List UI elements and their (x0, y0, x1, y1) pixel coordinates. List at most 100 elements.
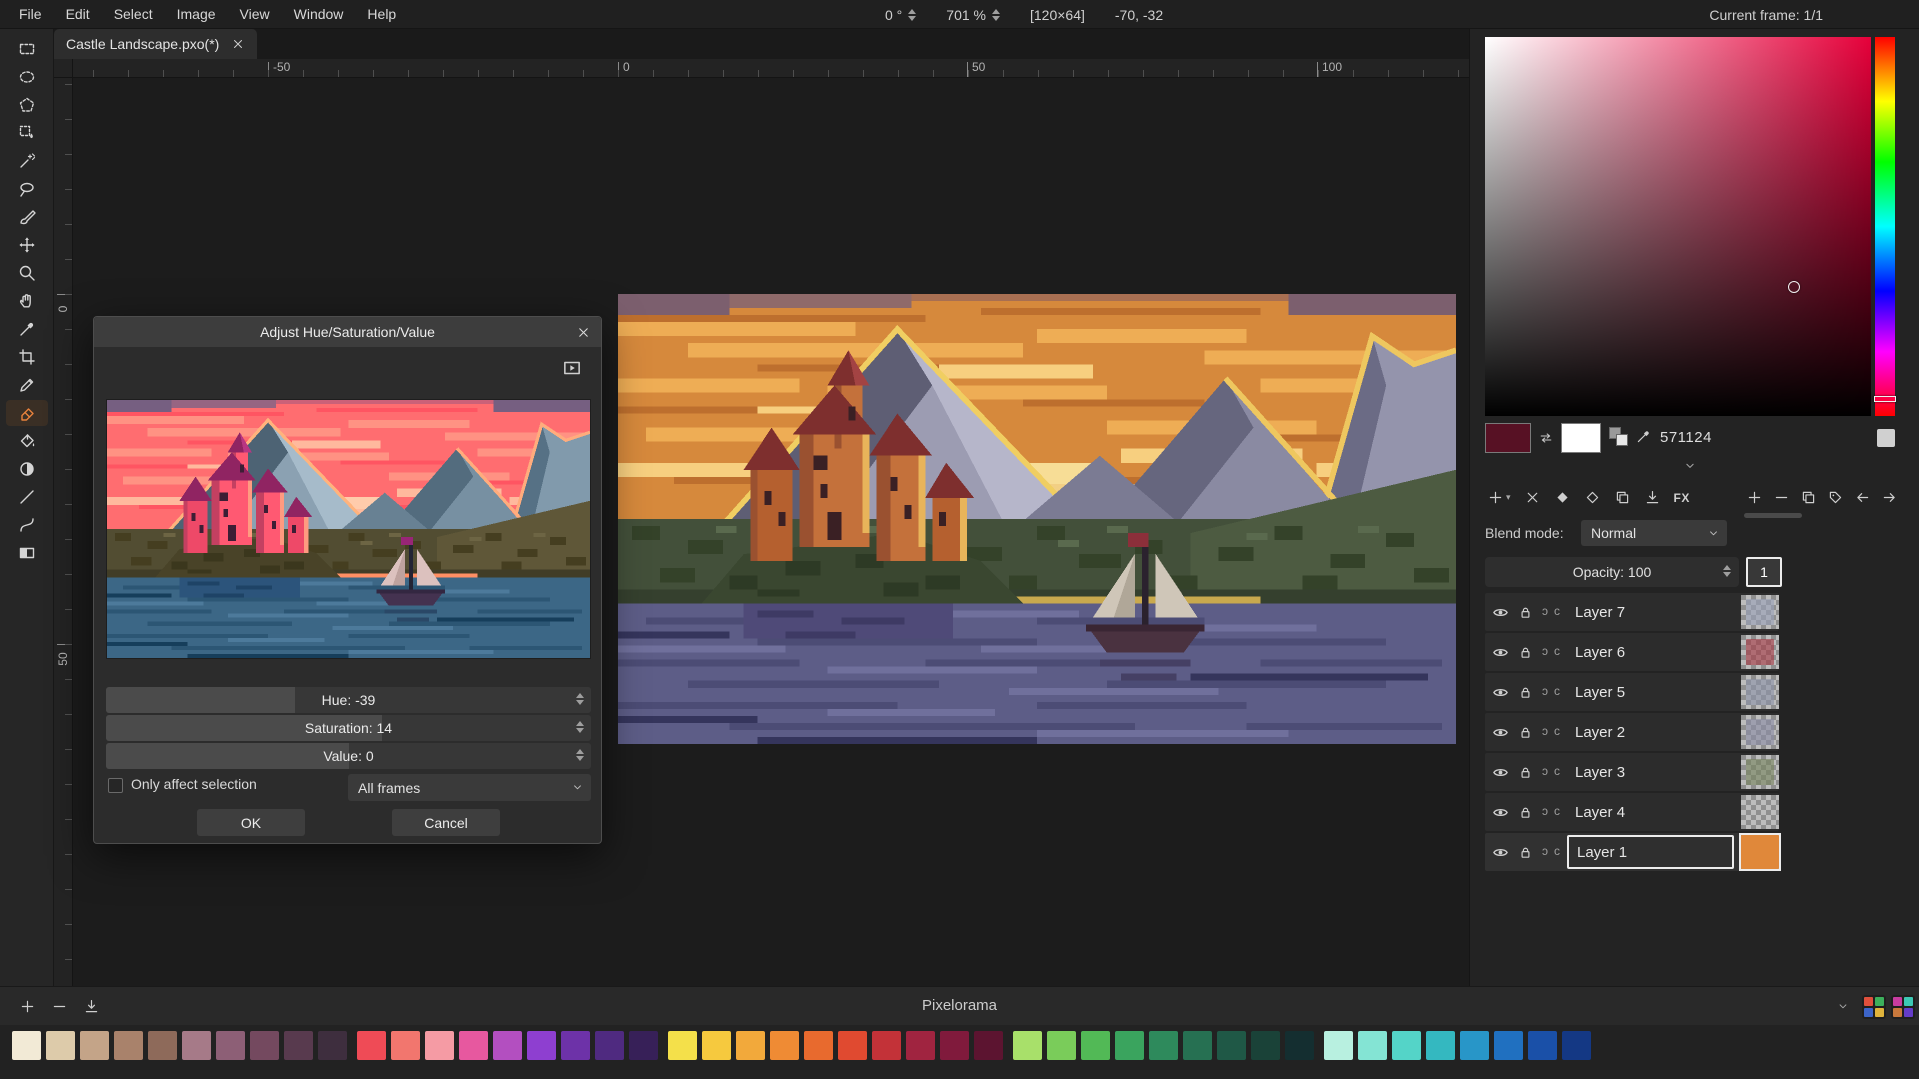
layer-row-layer-6[interactable]: ɔ c Layer 6 (1485, 633, 1779, 671)
tool-bucket[interactable] (6, 428, 48, 454)
palette-swatch[interactable] (391, 1031, 420, 1060)
layer-thumbnail[interactable] (1741, 595, 1779, 629)
palette-swatch[interactable] (906, 1031, 935, 1060)
move-layer-down-button[interactable] (1580, 485, 1605, 510)
layer-visibility-icon[interactable] (1491, 763, 1510, 782)
palette-swatch[interactable] (1528, 1031, 1557, 1060)
layer-thumbnail[interactable] (1741, 715, 1779, 749)
new-palette-icon[interactable] (1891, 995, 1915, 1019)
layer-lock-icon[interactable] (1517, 844, 1534, 861)
vertical-ruler[interactable]: 0 50 (54, 78, 73, 986)
color-picker-gradient[interactable] (1485, 37, 1871, 416)
palette-swatch[interactable] (493, 1031, 522, 1060)
layer-thumbnail[interactable] (1741, 755, 1779, 789)
palette-swatch[interactable] (804, 1031, 833, 1060)
layer-expand-icon[interactable]: c (1554, 844, 1560, 858)
layer-expand-icon[interactable]: c (1554, 804, 1560, 818)
layer-link-icon[interactable]: ɔ (1542, 764, 1548, 778)
layer-expand-icon[interactable]: c (1554, 764, 1560, 778)
layer-link-icon[interactable]: ɔ (1542, 644, 1548, 658)
saturation-slider[interactable]: Saturation: 14 (106, 715, 591, 741)
layer-name[interactable]: Layer 5 (1567, 675, 1734, 709)
menu-select[interactable]: Select (103, 3, 164, 25)
hue-marker[interactable] (1874, 396, 1896, 402)
palette-swatch[interactable] (148, 1031, 177, 1060)
layer-lock-icon[interactable] (1517, 804, 1534, 821)
tool-polygon-select[interactable] (6, 92, 48, 118)
layer-link-icon[interactable]: ɔ (1542, 724, 1548, 738)
tab-close-icon[interactable] (231, 37, 245, 51)
layer-name[interactable]: Layer 4 (1567, 795, 1734, 829)
layer-thumbnail[interactable] (1741, 635, 1779, 669)
secondary-color-swatch[interactable] (1561, 423, 1601, 453)
clone-layer-button[interactable] (1610, 485, 1635, 510)
add-layer-button[interactable]: ▾ (1483, 485, 1515, 510)
layer-link-icon[interactable]: ɔ (1542, 604, 1548, 618)
layer-link-icon[interactable]: ɔ (1542, 804, 1548, 818)
palette-swatch[interactable] (1285, 1031, 1314, 1060)
palette-swatch[interactable] (1358, 1031, 1387, 1060)
tool-rectangle-select[interactable] (6, 36, 48, 62)
layer-name[interactable]: Layer 1 (1567, 835, 1734, 869)
palette-swatch[interactable] (1392, 1031, 1421, 1060)
layer-thumbnail[interactable] (1741, 835, 1779, 869)
palette-swatch[interactable] (668, 1031, 697, 1060)
tool-eraser[interactable] (6, 400, 48, 426)
palette-swatch[interactable] (1013, 1031, 1042, 1060)
palette-swatch[interactable] (1149, 1031, 1178, 1060)
layer-lock-icon[interactable] (1517, 604, 1534, 621)
layer-visibility-icon[interactable] (1491, 603, 1510, 622)
swap-colors-icon[interactable] (1537, 430, 1555, 446)
palette-swatch[interactable] (702, 1031, 731, 1060)
palette-swatch[interactable] (284, 1031, 313, 1060)
layer-visibility-icon[interactable] (1491, 723, 1510, 742)
tool-line[interactable] (6, 484, 48, 510)
layer-effects-button[interactable]: FX (1670, 485, 1694, 510)
next-frame-button[interactable] (1877, 485, 1902, 510)
tool-gradient[interactable] (6, 540, 48, 566)
palette-swatch[interactable] (838, 1031, 867, 1060)
layer-visibility-icon[interactable] (1491, 683, 1510, 702)
tool-paint-select[interactable] (6, 204, 48, 230)
palette-swatch[interactable] (974, 1031, 1003, 1060)
remove-frame-button[interactable] (1769, 485, 1794, 510)
layer-visibility-icon[interactable] (1491, 643, 1510, 662)
tool-zoom[interactable] (6, 260, 48, 286)
horizontal-ruler[interactable]: -50 0 50 100 (54, 59, 1469, 78)
opacity-control[interactable]: Opacity: 100 (1485, 557, 1739, 587)
saturation-spinner[interactable] (576, 721, 584, 733)
palette-swatch[interactable] (114, 1031, 143, 1060)
value-spinner[interactable] (576, 749, 584, 761)
palette-swatch[interactable] (1047, 1031, 1076, 1060)
layer-row-layer-4[interactable]: ɔ c Layer 4 (1485, 793, 1779, 831)
palette-swatch[interactable] (770, 1031, 799, 1060)
menu-edit[interactable]: Edit (55, 3, 101, 25)
layer-name[interactable]: Layer 7 (1567, 595, 1734, 629)
panel-collapse-icon[interactable] (1681, 459, 1699, 473)
ok-button[interactable]: OK (197, 809, 305, 836)
hue-spinner[interactable] (576, 693, 584, 705)
palette-swatch[interactable] (216, 1031, 245, 1060)
default-colors-icon[interactable] (1609, 427, 1629, 447)
palette-swatch[interactable] (1081, 1031, 1110, 1060)
layer-row-layer-3[interactable]: ɔ c Layer 3 (1485, 753, 1779, 791)
hue-strip[interactable] (1875, 37, 1895, 416)
dialog-close-icon[interactable] (576, 325, 591, 340)
blend-mode-dropdown[interactable]: Normal (1581, 520, 1727, 546)
palette-swatch[interactable] (12, 1031, 41, 1060)
palette-swatch[interactable] (357, 1031, 386, 1060)
layer-link-icon[interactable]: ɔ (1542, 684, 1548, 698)
add-frame-button[interactable] (1742, 485, 1767, 510)
menu-help[interactable]: Help (356, 3, 407, 25)
frame-button-1[interactable]: 1 (1746, 557, 1782, 587)
edit-palette-icon[interactable] (1862, 995, 1886, 1019)
import-palette-button[interactable] (78, 994, 104, 1019)
picker-cursor[interactable] (1788, 281, 1800, 293)
layer-lock-icon[interactable] (1517, 764, 1534, 781)
hue-slider[interactable]: Hue: -39 (106, 687, 591, 713)
menu-window[interactable]: Window (283, 3, 355, 25)
palette-swatch[interactable] (1494, 1031, 1523, 1060)
layer-row-layer-1[interactable]: ɔ c Layer 1 (1485, 833, 1779, 871)
palette-swatch[interactable] (629, 1031, 658, 1060)
tool-crop[interactable] (6, 344, 48, 370)
